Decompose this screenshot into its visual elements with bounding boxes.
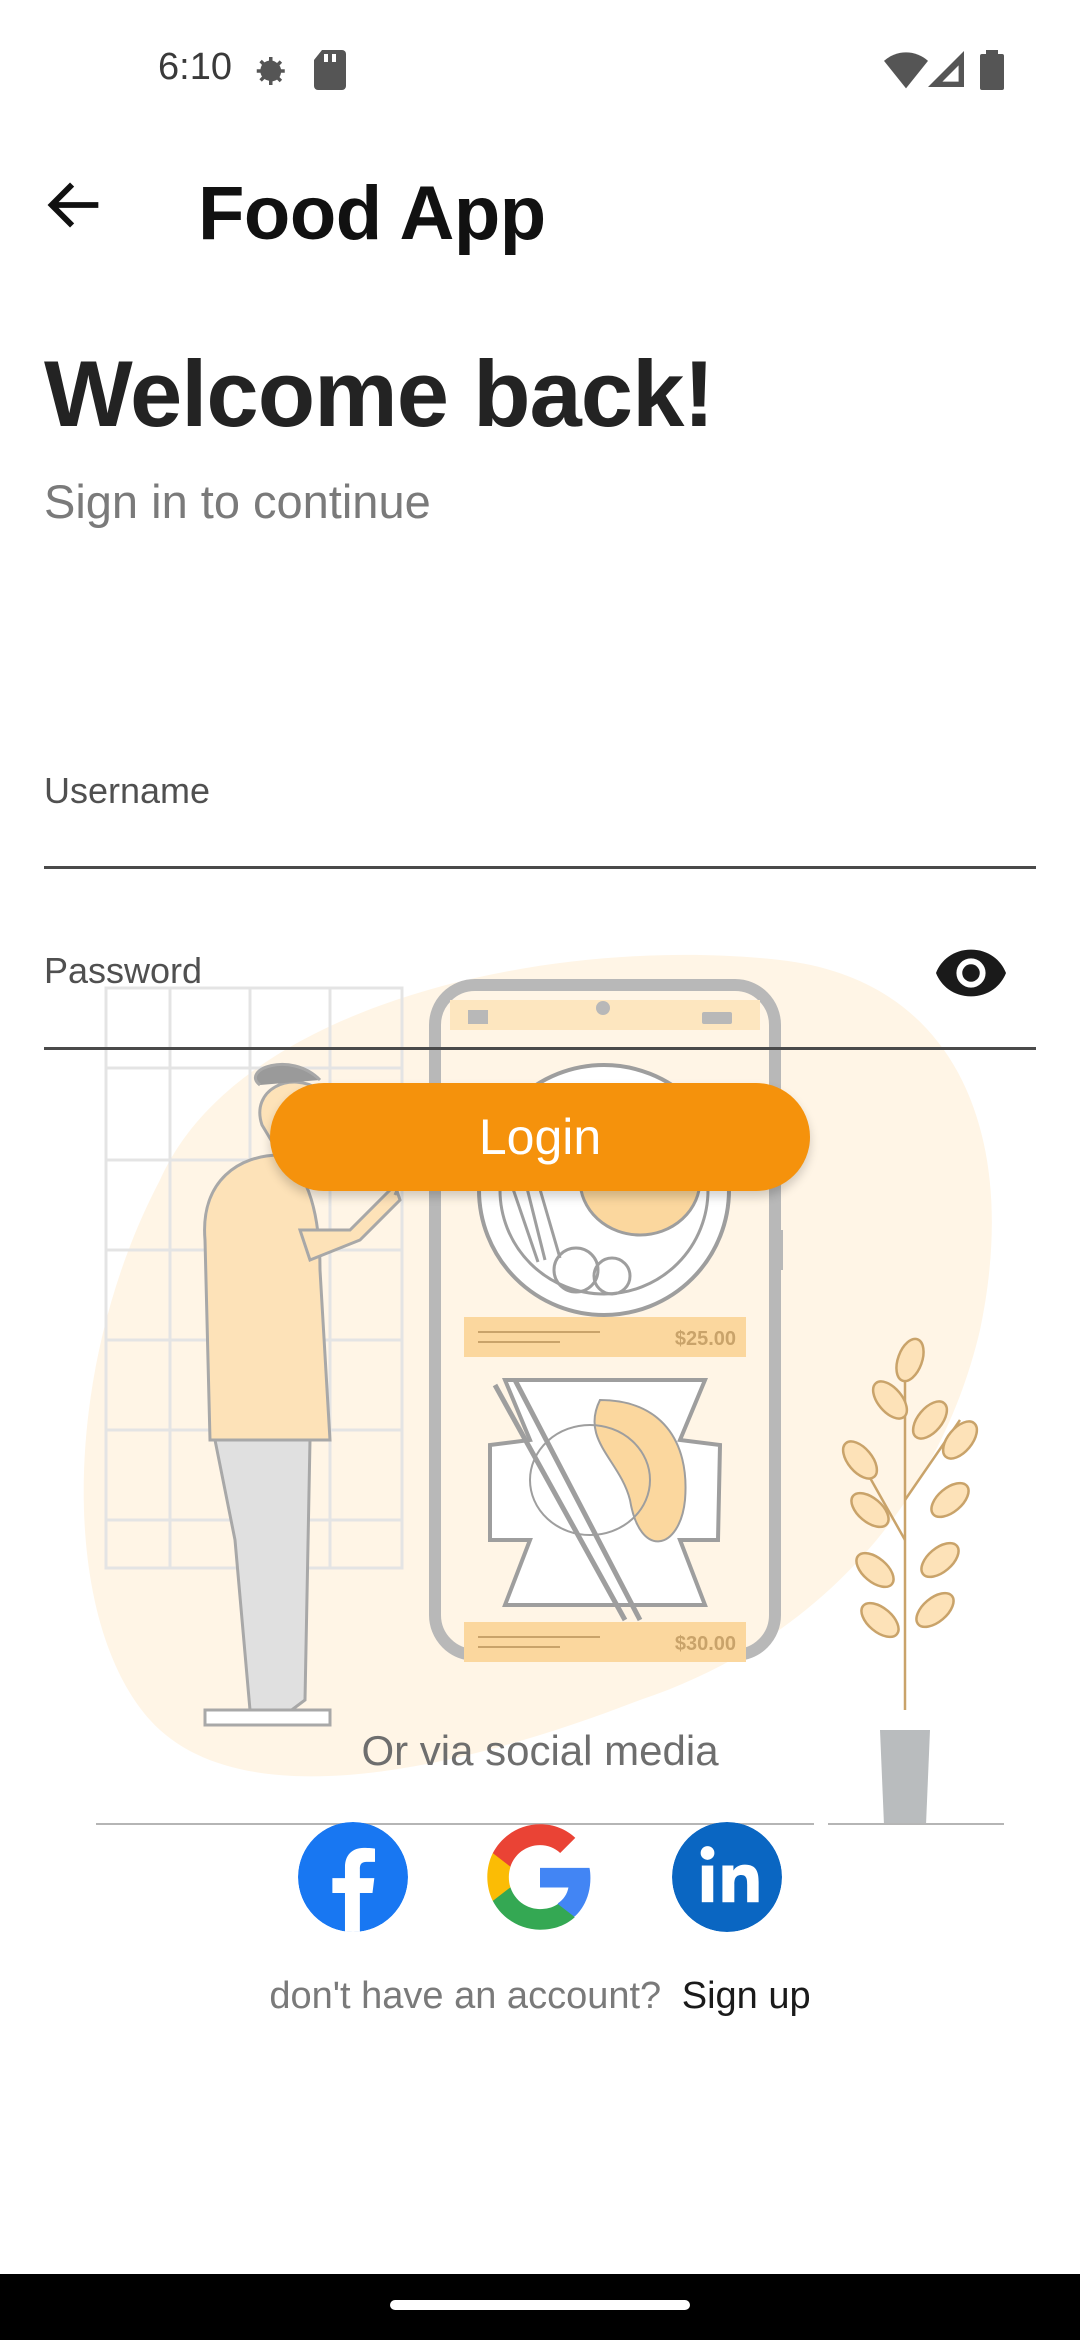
- sd-card-icon: [314, 50, 346, 90]
- login-button[interactable]: Login: [270, 1083, 810, 1191]
- divider-right: [828, 1823, 1004, 1825]
- linkedin-icon[interactable]: [672, 1822, 782, 1932]
- username-field[interactable]: [44, 866, 1036, 869]
- welcome-heading: Welcome back!: [44, 341, 715, 446]
- facebook-icon[interactable]: [298, 1822, 408, 1932]
- settings-icon: [256, 57, 285, 85]
- status-time: 6:10: [158, 46, 232, 88]
- signup-link[interactable]: Sign up: [682, 1975, 811, 2017]
- price-top: $25.00: [675, 1328, 736, 1350]
- signal-icon: [928, 51, 964, 87]
- back-arrow-icon[interactable]: [40, 170, 110, 240]
- subtitle: Sign in to continue: [44, 475, 431, 528]
- signup-row: don't have an account? Sign up: [0, 1975, 1080, 2018]
- social-media-text: Or via social media: [361, 1727, 719, 1774]
- password-field[interactable]: [44, 1047, 1036, 1050]
- password-label: Password: [44, 950, 203, 991]
- google-icon[interactable]: [485, 1822, 595, 1932]
- eye-icon[interactable]: [936, 945, 1006, 1001]
- signup-prompt: don't have an account?: [269, 1975, 662, 2017]
- username-label: Username: [44, 770, 211, 811]
- home-gesture-handle[interactable]: [390, 2300, 690, 2310]
- food-app-illustration: $25.00 $30.00: [83, 954, 992, 1825]
- app-title: Food App: [198, 171, 546, 256]
- battery-icon: [980, 50, 1004, 90]
- price-bottom: $30.00: [675, 1633, 736, 1655]
- wifi-icon: [884, 52, 928, 89]
